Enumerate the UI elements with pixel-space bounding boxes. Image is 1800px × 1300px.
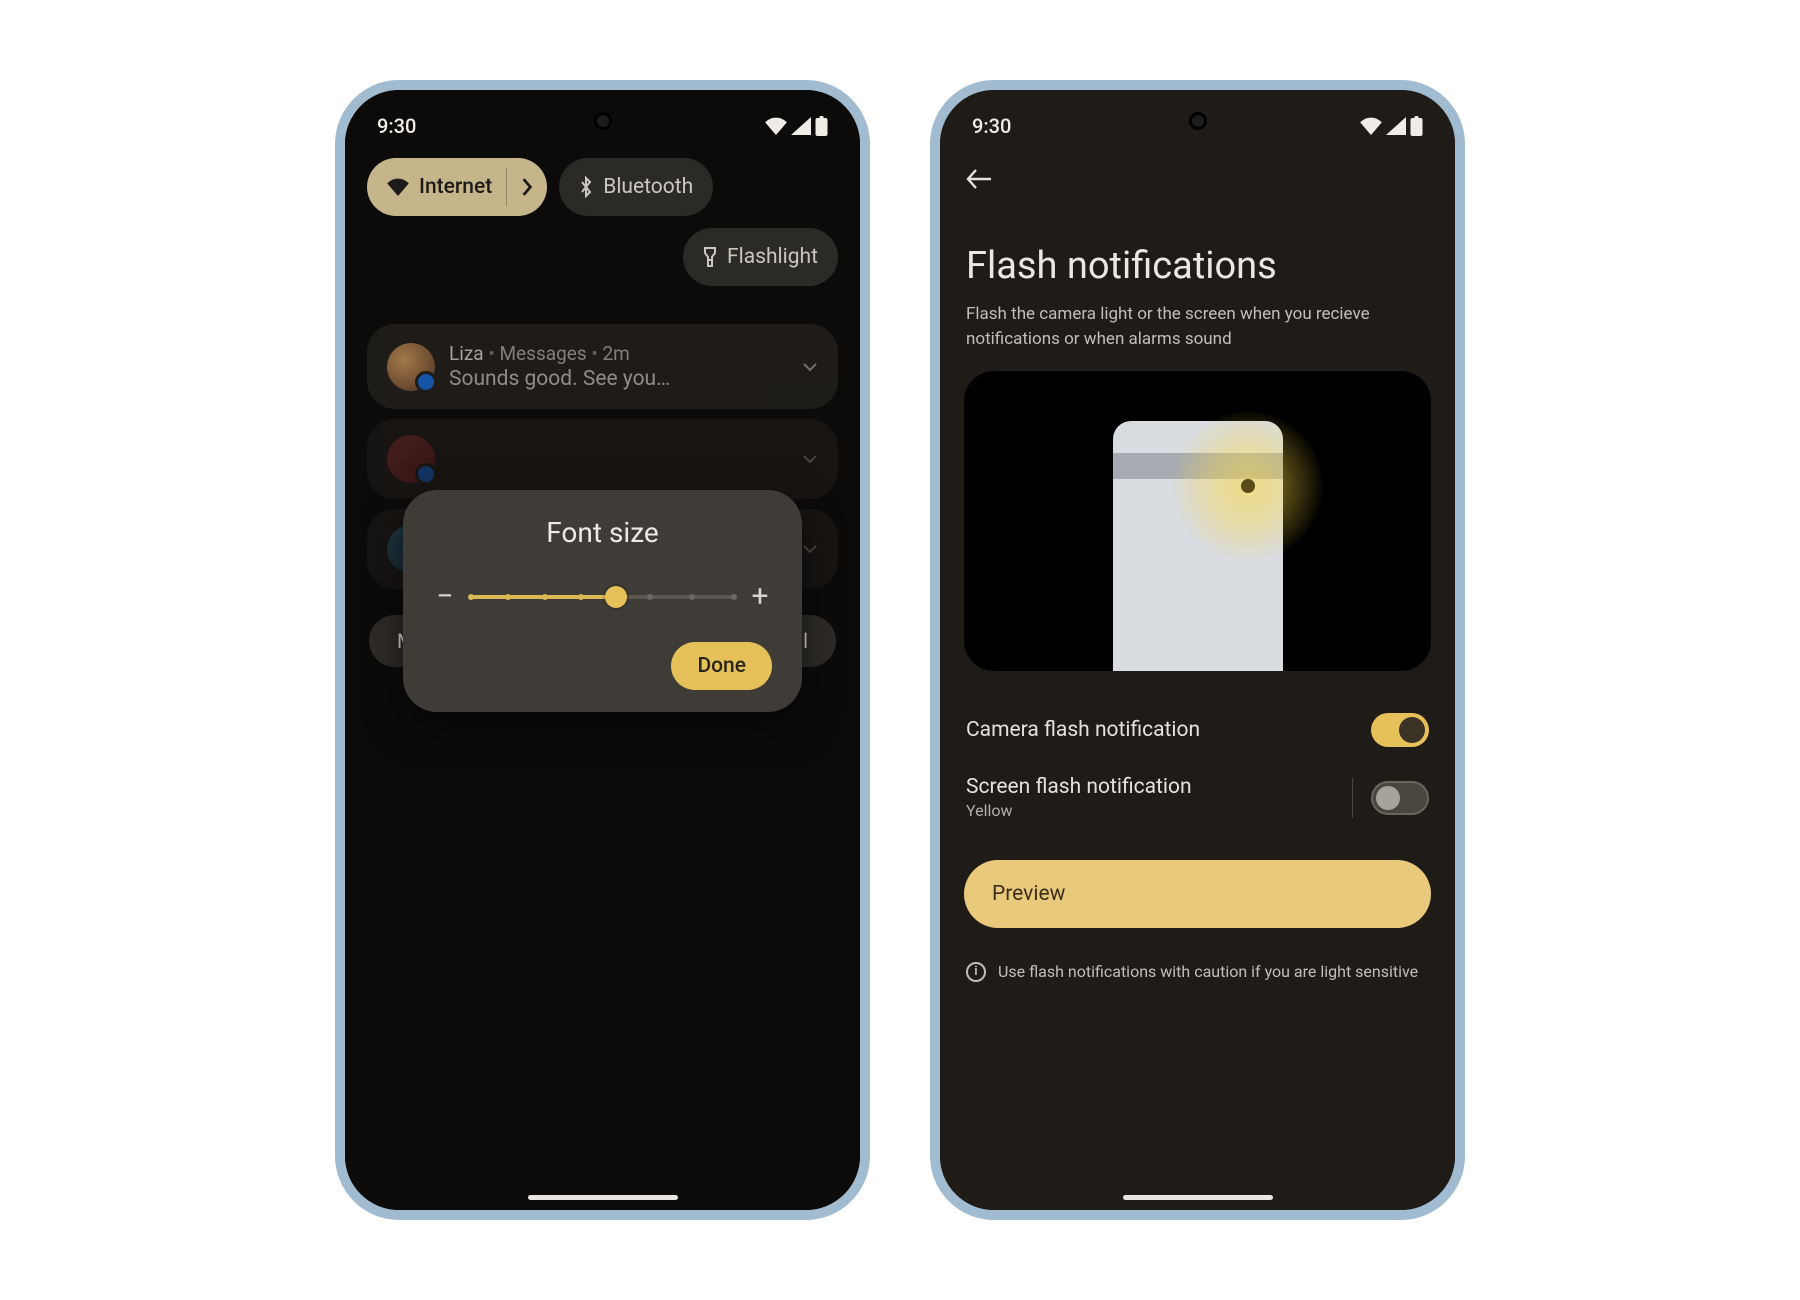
notif-age: 2m	[602, 342, 629, 365]
battery-icon	[815, 116, 828, 136]
screen-flash-setting[interactable]: Screen flash notification Yellow	[962, 761, 1433, 834]
chevron-down-icon[interactable]	[802, 362, 818, 372]
flash-illustration	[964, 371, 1431, 671]
camera-flash-setting[interactable]: Camera flash notification	[962, 699, 1433, 761]
qs-internet-tile[interactable]: Internet	[367, 158, 547, 216]
notification-card[interactable]	[367, 419, 838, 499]
increase-button[interactable]: +	[748, 579, 772, 614]
qs-flashlight-label: Flashlight	[727, 245, 818, 269]
screen-flash-label: Screen flash notification	[966, 775, 1192, 799]
home-indicator[interactable]	[528, 1195, 678, 1200]
info-icon: i	[966, 962, 986, 982]
camera-flash-label: Camera flash notification	[966, 718, 1200, 742]
status-time: 9:30	[377, 114, 416, 138]
signal-icon	[791, 117, 811, 135]
caution-text: Use flash notifications with caution if …	[998, 960, 1418, 983]
status-time: 9:30	[972, 114, 1011, 138]
qs-flashlight-tile[interactable]: Flashlight	[683, 228, 838, 286]
notification-card[interactable]: Liza • Messages • 2m Sounds good. See yo…	[367, 324, 838, 409]
flashlight-icon	[703, 246, 717, 268]
battery-icon	[1410, 116, 1423, 136]
camera-flash-toggle[interactable]	[1371, 713, 1429, 747]
slider-thumb[interactable]	[605, 586, 627, 608]
notif-sender: Liza	[449, 342, 484, 365]
done-button[interactable]: Done	[671, 642, 772, 690]
qs-bluetooth-tile[interactable]: Bluetooth	[559, 158, 713, 216]
avatar	[387, 343, 435, 391]
avatar	[387, 435, 435, 483]
chevron-down-icon[interactable]	[802, 544, 818, 554]
screen-flash-toggle[interactable]	[1371, 781, 1429, 815]
divider	[1352, 778, 1353, 818]
chevron-down-icon[interactable]	[802, 454, 818, 464]
wifi-icon	[1360, 117, 1382, 135]
page-title: Flash notifications	[962, 214, 1433, 302]
dialog-title: Font size	[433, 516, 772, 549]
chevron-right-icon	[521, 178, 533, 196]
preview-button[interactable]: Preview	[964, 860, 1431, 928]
phone-right: 9:30 Flash notifications Flash the camer…	[930, 80, 1465, 1220]
qs-bluetooth-label: Bluetooth	[603, 175, 693, 199]
notif-body-text: Sounds good. See you…	[449, 367, 788, 391]
home-indicator[interactable]	[1123, 1195, 1273, 1200]
screen-flash-value: Yellow	[966, 801, 1192, 820]
page-subtitle: Flash the camera light or the screen whe…	[962, 302, 1433, 371]
signal-icon	[1386, 117, 1406, 135]
wifi-icon	[765, 117, 787, 135]
camera-hole	[594, 112, 612, 130]
qs-internet-label: Internet	[419, 175, 492, 199]
font-size-dialog: Font size − + Done	[403, 490, 802, 712]
bluetooth-icon	[579, 176, 593, 198]
font-size-slider[interactable]	[471, 595, 734, 599]
wifi-icon	[387, 178, 409, 196]
camera-hole	[1189, 112, 1207, 130]
notif-app: Messages	[499, 342, 586, 365]
back-button[interactable]	[966, 168, 1429, 190]
phone-left: 9:30 Internet	[335, 80, 870, 1220]
decrease-button[interactable]: −	[433, 579, 457, 614]
